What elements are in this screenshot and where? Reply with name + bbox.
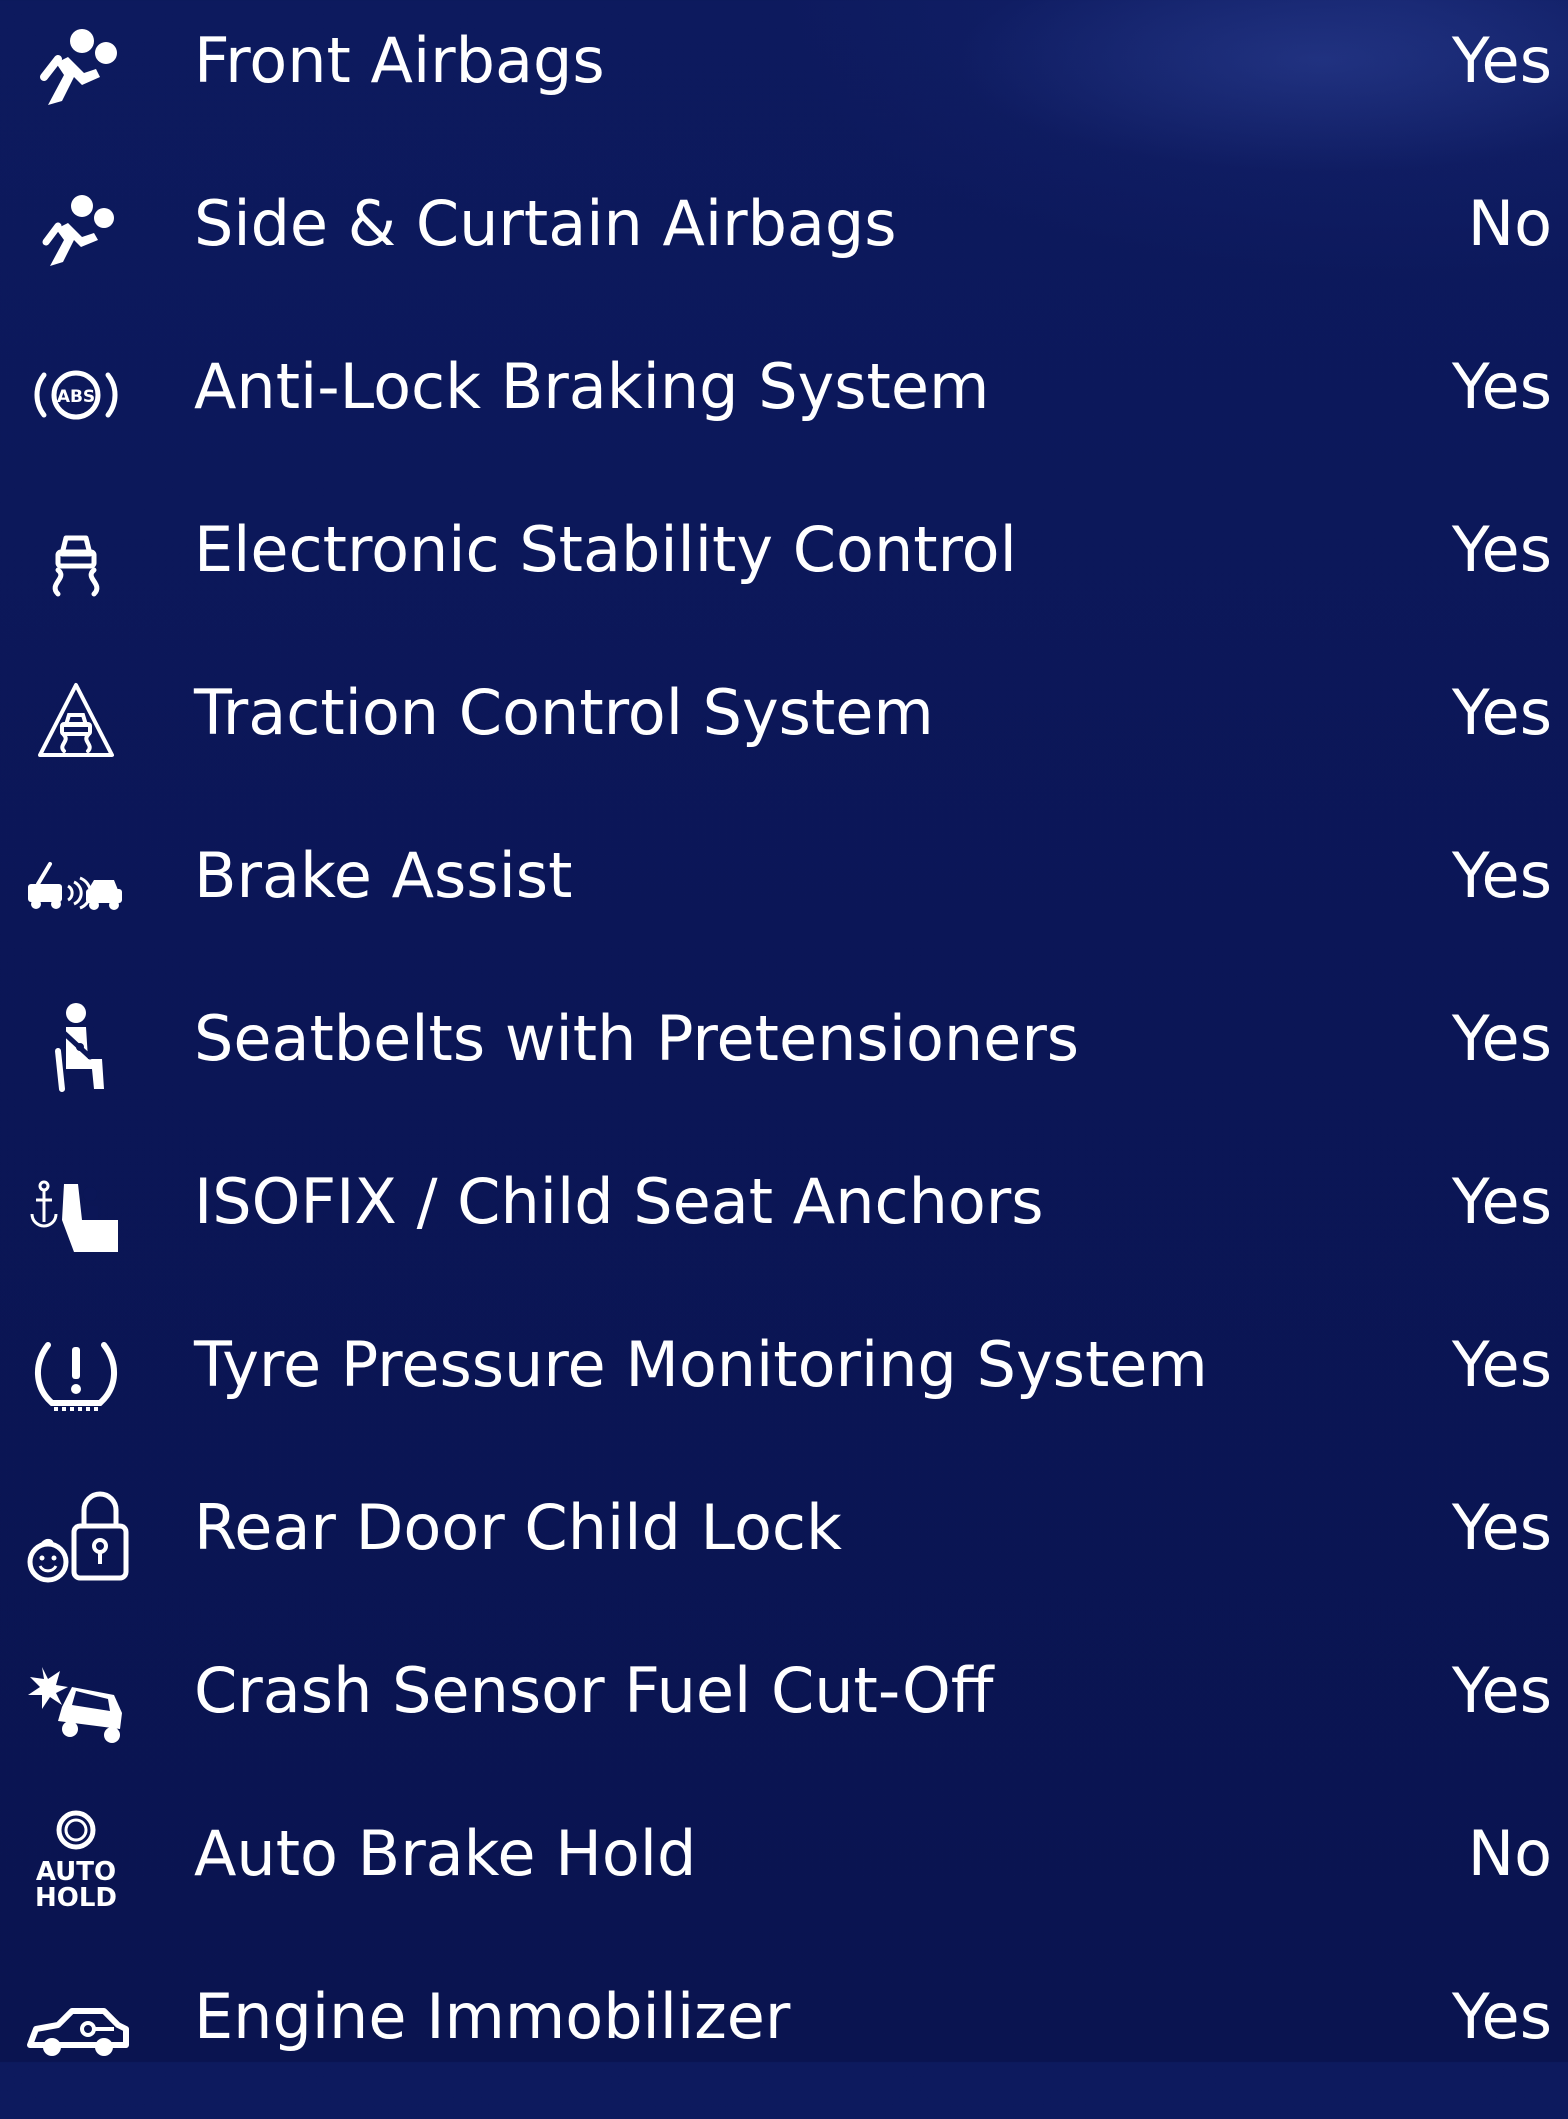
feature-label: Traction Control System xyxy=(194,676,934,749)
stability-control-icon xyxy=(18,508,134,608)
feature-value: Yes xyxy=(1451,24,1552,97)
immobilizer-icon xyxy=(18,1975,134,2075)
feature-row-brake-assist: Brake Assist Yes xyxy=(0,806,1568,969)
feature-row-child-lock: Rear Door Child Lock Yes xyxy=(0,1458,1568,1621)
feature-row-tpms: Tyre Pressure Monitoring System Yes xyxy=(0,1295,1568,1458)
feature-row-stability-control: Electronic Stability Control Yes xyxy=(0,480,1568,643)
abs-icon: ABS xyxy=(18,345,134,445)
feature-value: Yes xyxy=(1451,1328,1552,1401)
safety-features-list[interactable]: Front Airbags Yes Side & Curtain Airbags… xyxy=(0,0,1568,2119)
child-lock-icon xyxy=(18,1486,134,1586)
feature-row-side-curtain-airbags: Side & Curtain Airbags No xyxy=(0,154,1568,317)
feature-value: Yes xyxy=(1451,1980,1552,2053)
feature-row-abs: ABS Anti-Lock Braking System Yes xyxy=(0,317,1568,480)
feature-row-seatbelts: Seatbelts with Pretensioners Yes xyxy=(0,969,1568,1132)
feature-label: Rear Door Child Lock xyxy=(194,1491,842,1564)
feature-label: Side & Curtain Airbags xyxy=(194,187,897,260)
feature-value: Yes xyxy=(1451,1654,1552,1727)
brake-assist-icon xyxy=(18,834,134,934)
feature-row-isofix: ISOFIX / Child Seat Anchors Yes xyxy=(0,1132,1568,1295)
seatbelt-icon xyxy=(18,997,134,1097)
auto-hold-icon: AUTO HOLD xyxy=(18,1810,134,1913)
feature-row-auto-hold: AUTO HOLD Auto Brake Hold No xyxy=(0,1784,1568,1947)
traction-control-icon xyxy=(18,671,134,771)
feature-value: No xyxy=(1467,187,1552,260)
feature-value: Yes xyxy=(1451,1002,1552,1075)
feature-label: Auto Brake Hold xyxy=(194,1817,697,1890)
side-airbag-icon xyxy=(18,182,134,282)
feature-value: No xyxy=(1467,1817,1552,1890)
feature-label: Tyre Pressure Monitoring System xyxy=(194,1328,1208,1401)
feature-value: Yes xyxy=(1451,350,1552,423)
feature-label: Crash Sensor Fuel Cut-Off xyxy=(194,1654,994,1727)
feature-value: Yes xyxy=(1451,513,1552,586)
feature-label: Anti-Lock Braking System xyxy=(194,350,990,423)
feature-value: Yes xyxy=(1451,1165,1552,1238)
feature-label: Electronic Stability Control xyxy=(194,513,1017,586)
feature-row-traction-control: Traction Control System Yes xyxy=(0,643,1568,806)
feature-row-immobilizer: Engine Immobilizer Yes xyxy=(0,1947,1568,2110)
feature-value: Yes xyxy=(1451,839,1552,912)
feature-label: Engine Immobilizer xyxy=(194,1980,791,2053)
crash-sensor-icon xyxy=(18,1649,134,1749)
feature-label: ISOFIX / Child Seat Anchors xyxy=(194,1165,1044,1238)
feature-value: Yes xyxy=(1451,676,1552,749)
svg-text:ABS: ABS xyxy=(57,387,95,407)
tyre-pressure-icon xyxy=(18,1323,134,1423)
feature-label: Brake Assist xyxy=(194,839,573,912)
child-seat-icon xyxy=(18,1160,134,1260)
feature-row-crash-sensor: Crash Sensor Fuel Cut-Off Yes xyxy=(0,1621,1568,1784)
auto-hold-text-bottom: HOLD xyxy=(35,1883,117,1913)
feature-value: Yes xyxy=(1451,1491,1552,1564)
feature-label: Front Airbags xyxy=(194,24,605,97)
feature-label: Seatbelts with Pretensioners xyxy=(194,1002,1080,1075)
feature-row-front-airbags: Front Airbags Yes xyxy=(0,0,1568,154)
airbag-icon xyxy=(18,19,134,119)
